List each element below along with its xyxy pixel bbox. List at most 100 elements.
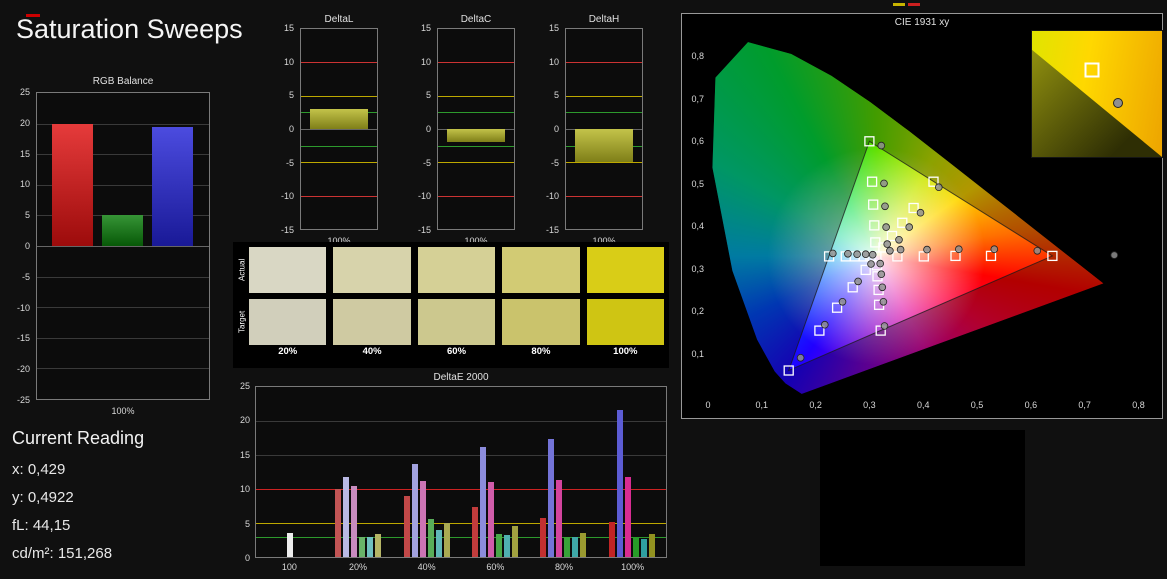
y-tick-label: 20 xyxy=(20,118,30,128)
measurement-circle xyxy=(797,354,804,361)
grid-line xyxy=(37,338,209,339)
measurement-circle xyxy=(991,246,998,253)
cie-y-axis: 0,10,20,30,40,50,60,70,8 xyxy=(684,31,706,396)
y-tick-label: -10 xyxy=(281,191,294,201)
measurement-circle xyxy=(897,246,904,253)
y-tick-label: 5 xyxy=(289,90,294,100)
target-row-label: Target xyxy=(235,299,249,345)
bar xyxy=(343,477,349,557)
delta-h-title: DeltaH xyxy=(565,14,643,25)
reference-line xyxy=(301,62,377,63)
rgb-balance-plot xyxy=(36,92,210,400)
target-swatch-cells xyxy=(249,299,664,345)
x-tick-label: 60% xyxy=(486,560,504,574)
bar xyxy=(351,486,357,557)
measurement-circle xyxy=(879,284,886,291)
deltae-2000-x-axis: 10020%40%60%80%100% xyxy=(255,560,667,574)
target-swatch-row: Target xyxy=(235,299,664,345)
y-tick-label: -20 xyxy=(17,364,30,374)
measurement-circle xyxy=(881,323,888,330)
delta-l-title: DeltaL xyxy=(300,14,378,25)
reference-line xyxy=(566,196,642,197)
y-tick-label: 15 xyxy=(20,149,30,159)
delta-h-plot xyxy=(565,28,643,230)
bar xyxy=(444,523,450,557)
bar xyxy=(540,518,546,557)
bar xyxy=(633,537,639,557)
cie-x-axis: 00,10,20,30,40,50,60,70,8 xyxy=(708,400,1160,414)
bar xyxy=(404,496,410,557)
reference-line xyxy=(438,146,514,147)
measurement-circle xyxy=(1111,252,1118,259)
actual-swatch xyxy=(333,247,410,293)
target-square xyxy=(868,177,877,186)
x-tick-label: 0,4 xyxy=(917,400,930,410)
reference-line xyxy=(438,112,514,113)
measurement-circle xyxy=(839,298,846,305)
measurement-circle xyxy=(906,224,913,231)
grid-line xyxy=(37,307,209,308)
reading-fl: fL: 44,15 xyxy=(12,512,112,540)
bar-group-100 xyxy=(256,387,324,557)
actual-swatch-cells xyxy=(249,247,664,293)
bar xyxy=(572,537,578,557)
y-tick-label: 0 xyxy=(289,124,294,134)
y-tick-label: 20 xyxy=(240,415,250,425)
x-tick-label: 0,7 xyxy=(1078,400,1091,410)
reference-line xyxy=(566,162,642,163)
measurement-circle xyxy=(1034,247,1041,254)
bar xyxy=(580,533,586,557)
measurement-circle xyxy=(917,209,924,216)
delta-l-y-axis: 151050-5-10-15 xyxy=(276,28,297,230)
x-tick-label: 0,1 xyxy=(756,400,769,410)
y-tick-label: 25 xyxy=(240,381,250,391)
target-square xyxy=(888,232,897,241)
preview-pane xyxy=(820,430,1025,566)
target-square xyxy=(869,200,878,209)
inset-target-square xyxy=(1084,63,1099,78)
measurement-circle xyxy=(877,260,884,267)
bar xyxy=(609,522,615,557)
x-tick-label: 0,5 xyxy=(971,400,984,410)
rgb-balance-chart: RGB Balance 2520151050-5-10-15-20-25 100… xyxy=(12,76,212,418)
rgb-balance-title: RGB Balance xyxy=(36,76,210,87)
reference-line xyxy=(566,96,642,97)
bar xyxy=(512,526,518,557)
zero-line xyxy=(37,246,209,247)
bar-100% xyxy=(575,129,633,162)
reference-line xyxy=(301,146,377,147)
swatch-column-label: 60% xyxy=(418,346,495,357)
target-square xyxy=(870,221,879,230)
measurement-circle xyxy=(884,241,891,248)
reference-line xyxy=(301,96,377,97)
y-tick-label: 0,2 xyxy=(691,306,704,316)
y-tick-label: -15 xyxy=(17,333,30,343)
measurement-circle xyxy=(881,180,888,187)
measurement-circle xyxy=(887,247,894,254)
x-tick-label: 0,2 xyxy=(809,400,822,410)
rgb-balance-x-label: 100% xyxy=(36,406,210,416)
current-reading-values: x: 0,429 y: 0,4922 fL: 44,15 cd/m²: 151,… xyxy=(12,456,112,568)
x-tick-label: 40% xyxy=(418,560,436,574)
y-tick-label: 0,3 xyxy=(691,264,704,274)
measurement-circle xyxy=(896,236,903,243)
target-swatch xyxy=(249,299,326,345)
reference-line xyxy=(438,196,514,197)
y-tick-label: -5 xyxy=(22,272,30,282)
bar-100% xyxy=(310,109,368,129)
actual-row-label: Actual xyxy=(235,247,249,293)
measurement-circle xyxy=(883,224,890,231)
saturation-swatch-panel: Actual Target 20%40%60%80%100% xyxy=(233,242,669,368)
deltae-2000-plot xyxy=(255,386,667,558)
bar xyxy=(488,482,494,557)
bar-group-100% xyxy=(598,387,666,557)
reference-line xyxy=(566,112,642,113)
bar xyxy=(504,535,510,557)
bar xyxy=(641,539,647,557)
x-tick-label: 100% xyxy=(621,560,644,574)
y-tick-label: -5 xyxy=(286,158,294,168)
target-swatch xyxy=(418,299,495,345)
inset-measurement-circle xyxy=(1113,98,1123,108)
bar xyxy=(359,537,365,557)
measurement-circle xyxy=(882,203,889,210)
